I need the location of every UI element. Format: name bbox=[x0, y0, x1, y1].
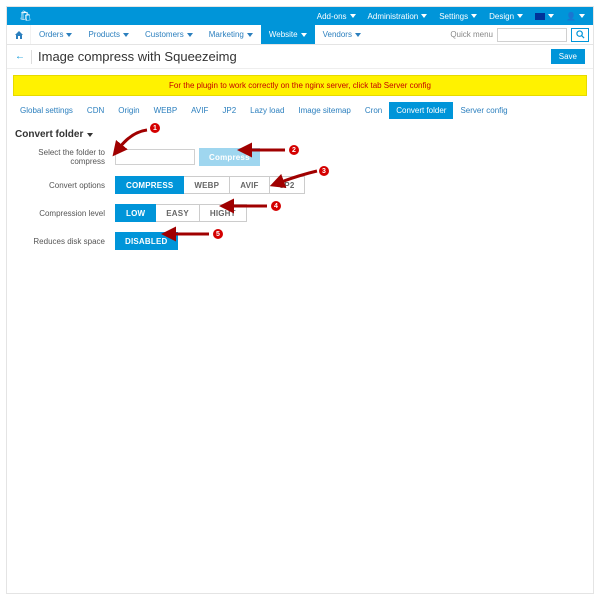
folder-input[interactable] bbox=[115, 149, 195, 165]
label-select-folder: Select the folder to compress bbox=[15, 148, 115, 166]
section-convert-folder: Convert folder Select the folder to comp… bbox=[7, 119, 593, 270]
tab-cron[interactable]: Cron bbox=[358, 102, 389, 119]
row-compression-level: Compression level LOW EASY HIGHT bbox=[15, 204, 585, 222]
top-admin-bar: 🛍 Add-ons Administration Settings Design… bbox=[7, 7, 593, 25]
tab-webp[interactable]: WEBP bbox=[147, 102, 185, 119]
tab-origin[interactable]: Origin bbox=[111, 102, 146, 119]
user-icon: 👤 bbox=[566, 12, 576, 21]
tab-image-sitemap[interactable]: Image sitemap bbox=[291, 102, 357, 119]
menu-website[interactable]: Website bbox=[261, 25, 315, 44]
level-high[interactable]: HIGHT bbox=[200, 204, 247, 222]
chevron-down-icon bbox=[66, 33, 72, 37]
tab-lazy-load[interactable]: Lazy load bbox=[243, 102, 291, 119]
title-row: ← Image compress with Squeezeimg Save bbox=[7, 45, 593, 69]
level-easy[interactable]: EASY bbox=[156, 204, 200, 222]
section-title[interactable]: Convert folder bbox=[15, 129, 585, 140]
label-convert-options: Convert options bbox=[15, 181, 115, 190]
alert-banner: For the plugin to work correctly on the … bbox=[13, 75, 587, 96]
annotation-badge-3: 3 bbox=[319, 166, 329, 176]
option-compress[interactable]: COMPRESS bbox=[115, 176, 184, 194]
row-convert-options: Convert options COMPRESS WEBP AVIF JP2 bbox=[15, 176, 585, 194]
label-compression-level: Compression level bbox=[15, 209, 115, 218]
compress-button[interactable]: Compress bbox=[199, 148, 260, 166]
topbar-settings[interactable]: Settings bbox=[439, 12, 477, 21]
label-disk-space: Reduces disk space bbox=[15, 237, 115, 246]
chevron-down-icon bbox=[471, 14, 477, 18]
menu-customers[interactable]: Customers bbox=[137, 25, 201, 44]
topbar-design[interactable]: Design bbox=[489, 12, 523, 21]
option-webp[interactable]: WEBP bbox=[184, 176, 230, 194]
topbar-addons[interactable]: Add-ons bbox=[317, 12, 356, 21]
search-input[interactable] bbox=[497, 28, 567, 42]
main-menu: Orders Products Customers Marketing Webs… bbox=[7, 25, 593, 45]
menu-orders[interactable]: Orders bbox=[31, 25, 80, 44]
toggle-disabled[interactable]: DISABLED bbox=[115, 232, 178, 250]
tab-server-config[interactable]: Server config bbox=[453, 102, 514, 119]
option-avif[interactable]: AVIF bbox=[230, 176, 269, 194]
chevron-down-icon bbox=[350, 14, 356, 18]
save-button[interactable]: Save bbox=[551, 49, 585, 64]
screenshot-frame: 🛍 Add-ons Administration Settings Design… bbox=[0, 0, 600, 600]
tab-jp2[interactable]: JP2 bbox=[215, 102, 243, 119]
topbar-user[interactable]: 👤 bbox=[566, 12, 585, 21]
chevron-down-icon bbox=[517, 14, 523, 18]
topbar-lang[interactable] bbox=[535, 13, 554, 20]
chevron-down-icon bbox=[548, 14, 554, 18]
page-title: Image compress with Squeezeimg bbox=[38, 49, 545, 64]
menu-products[interactable]: Products bbox=[80, 25, 137, 44]
chevron-down-icon bbox=[247, 33, 253, 37]
level-low[interactable]: LOW bbox=[115, 204, 156, 222]
row-disk-space: Reduces disk space DISABLED bbox=[15, 232, 585, 250]
option-jp2[interactable]: JP2 bbox=[270, 176, 306, 194]
tab-global-settings[interactable]: Global settings bbox=[13, 102, 80, 119]
search-button[interactable] bbox=[571, 28, 589, 42]
tab-avif[interactable]: AVIF bbox=[184, 102, 215, 119]
chevron-down-icon bbox=[579, 14, 585, 18]
row-select-folder: Select the folder to compress Compress bbox=[15, 148, 585, 166]
back-button[interactable]: ← bbox=[15, 51, 25, 62]
tab-cdn[interactable]: CDN bbox=[80, 102, 111, 119]
tabs-bar: Global settings CDN Origin WEBP AVIF JP2… bbox=[7, 102, 593, 119]
menu-marketing[interactable]: Marketing bbox=[201, 25, 261, 44]
chevron-down-icon bbox=[87, 133, 93, 137]
chevron-down-icon bbox=[301, 33, 307, 37]
quick-menu-label: Quick menu bbox=[450, 30, 493, 39]
divider bbox=[31, 50, 32, 64]
menu-vendors[interactable]: Vendors bbox=[315, 25, 369, 44]
chevron-down-icon bbox=[123, 33, 129, 37]
app-window: 🛍 Add-ons Administration Settings Design… bbox=[6, 6, 594, 594]
chevron-down-icon bbox=[187, 33, 193, 37]
chevron-down-icon bbox=[355, 33, 361, 37]
chevron-down-icon bbox=[421, 14, 427, 18]
search-icon bbox=[576, 30, 585, 39]
tab-convert-folder[interactable]: Convert folder bbox=[389, 102, 453, 119]
cart-icon[interactable]: 🛍 bbox=[19, 11, 32, 22]
quick-menu: Quick menu bbox=[450, 25, 593, 44]
topbar-administration[interactable]: Administration bbox=[368, 12, 428, 21]
home-icon[interactable] bbox=[7, 25, 31, 44]
